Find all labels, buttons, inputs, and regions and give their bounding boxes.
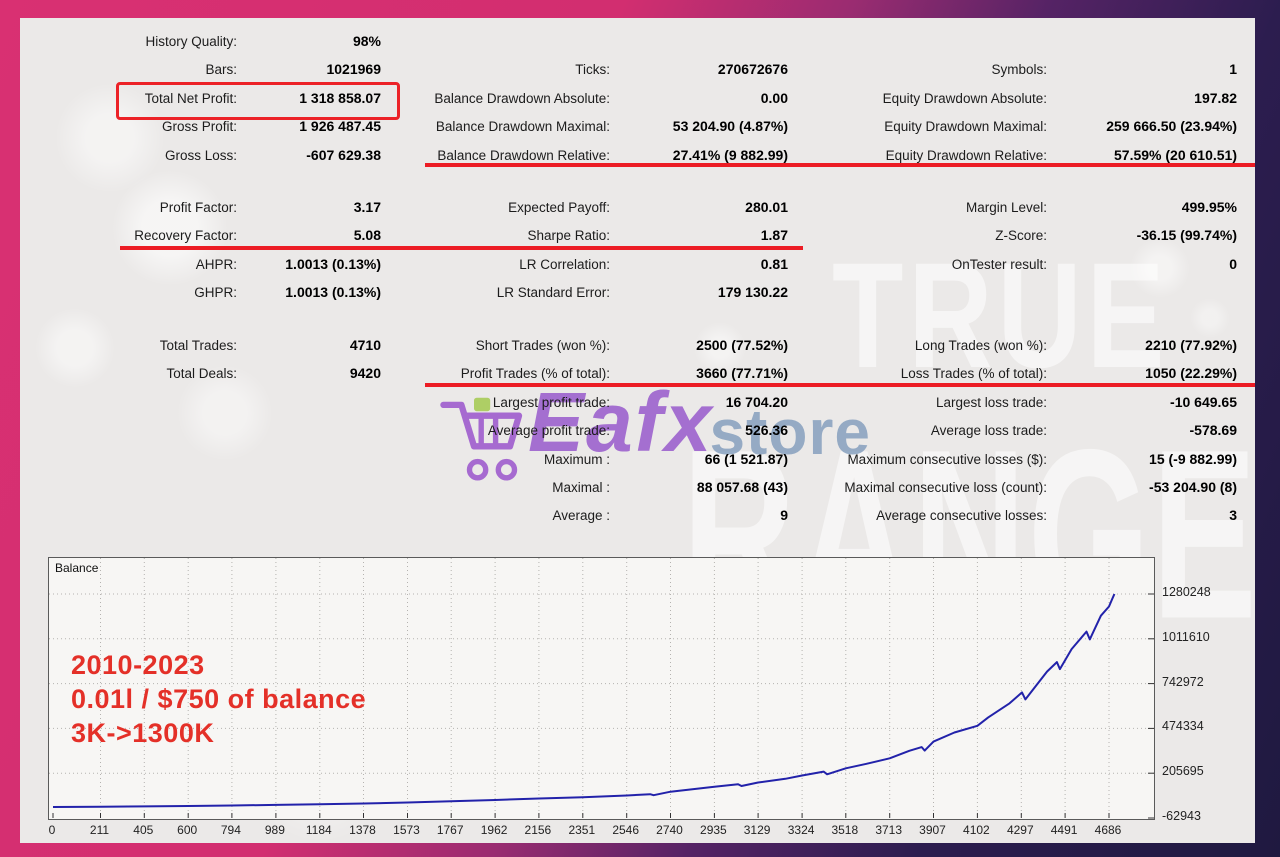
x-axis-tick-label: 1184 xyxy=(297,823,341,837)
stat-value: -36.15 (99.74%) xyxy=(1057,221,1237,250)
stat-label: GHPR: xyxy=(20,278,237,307)
stat-value: 15 (-9 882.99) xyxy=(1057,445,1237,474)
stat-label: Average profit trade: xyxy=(330,416,610,445)
stat-label: Short Trades (won %): xyxy=(330,331,610,360)
stat-label: Largest loss trade: xyxy=(760,388,1047,417)
highlight-box-total-net-profit xyxy=(116,82,400,120)
stat-label: Average consecutive losses: xyxy=(760,501,1047,530)
stat-value: -10 649.65 xyxy=(1057,388,1237,417)
stat-label: Maximal : xyxy=(330,473,610,502)
stat-label: Symbols: xyxy=(760,55,1047,84)
x-axis-tick-label: 2351 xyxy=(560,823,604,837)
stat-label: History Quality: xyxy=(20,27,237,56)
stat-label: Average loss trade: xyxy=(760,416,1047,445)
report-card: TRUE RANGE Eafxstore History Quality:98%… xyxy=(20,18,1255,843)
stat-label: Z-Score: xyxy=(760,221,1047,250)
x-axis-tick-label: 2546 xyxy=(604,823,648,837)
stat-label: Margin Level: xyxy=(760,193,1047,222)
balance-chart: Balance 2010-2023 0.01l / $750 of balanc… xyxy=(48,557,1253,843)
stat-label: Gross Loss: xyxy=(20,141,237,170)
stat-value: 499.95% xyxy=(1057,193,1237,222)
x-axis-tick-label: 2935 xyxy=(691,823,735,837)
stat-label: Maximum : xyxy=(330,445,610,474)
x-axis-tick-label: 1573 xyxy=(385,823,429,837)
x-axis-tick-label: 4686 xyxy=(1086,823,1130,837)
stat-label: Total Trades: xyxy=(20,331,237,360)
stat-value: 2210 (77.92%) xyxy=(1057,331,1237,360)
stat-value: 197.82 xyxy=(1057,84,1237,113)
stat-label: Equity Drawdown Absolute: xyxy=(760,84,1047,113)
stat-label: Largest profit trade: xyxy=(330,388,610,417)
underline-sharpe-ratio-row xyxy=(120,246,803,250)
stat-value: 179 130.22 xyxy=(620,278,788,307)
stat-label: Average : xyxy=(330,501,610,530)
stat-label: AHPR: xyxy=(20,250,237,279)
x-axis-tick-label: 2156 xyxy=(516,823,560,837)
x-axis-tick-label: 3518 xyxy=(823,823,867,837)
y-axis-tick-label: -62943 xyxy=(1162,809,1236,823)
chart-annotation-line: 3K->1300K xyxy=(71,716,366,750)
underline-drawdown-relative-row xyxy=(425,163,1255,167)
chart-annotation-line: 0.01l / $750 of balance xyxy=(71,682,366,716)
x-axis-tick-label: 1767 xyxy=(428,823,472,837)
stat-label: Profit Factor: xyxy=(20,193,237,222)
y-axis-tick-label: 742972 xyxy=(1162,675,1236,689)
x-axis-tick-label: 3129 xyxy=(735,823,779,837)
x-axis-tick-label: 3324 xyxy=(779,823,823,837)
y-axis-tick-label: 1280248 xyxy=(1162,585,1236,599)
stat-value: -53 204.90 (8) xyxy=(1057,473,1237,502)
stat-label: LR Standard Error: xyxy=(330,278,610,307)
x-axis-tick-label: 1378 xyxy=(341,823,385,837)
x-axis-tick-label: 405 xyxy=(121,823,165,837)
x-axis-tick-label: 1962 xyxy=(472,823,516,837)
stat-label: Maximum consecutive losses ($): xyxy=(760,445,1047,474)
stat-label: Long Trades (won %): xyxy=(760,331,1047,360)
stat-label: Ticks: xyxy=(330,55,610,84)
stat-label: Bars: xyxy=(20,55,237,84)
x-axis-tick-label: 989 xyxy=(253,823,297,837)
x-axis-tick-label: 600 xyxy=(165,823,209,837)
stat-label: Maximal consecutive loss (count): xyxy=(760,473,1047,502)
stat-value: 3 xyxy=(1057,501,1237,530)
x-axis-tick-label: 4491 xyxy=(1042,823,1086,837)
stat-value: 0 xyxy=(1057,250,1237,279)
y-axis-tick-label: 205695 xyxy=(1162,764,1236,778)
stat-value: -578.69 xyxy=(1057,416,1237,445)
x-axis-tick-label: 794 xyxy=(209,823,253,837)
stat-label: OnTester result: xyxy=(760,250,1047,279)
x-axis-tick-label: 211 xyxy=(78,823,122,837)
stat-value: 259 666.50 (23.94%) xyxy=(1057,112,1237,141)
stat-label: LR Correlation: xyxy=(330,250,610,279)
stat-value: 1 xyxy=(1057,55,1237,84)
x-axis-tick-label: 4297 xyxy=(998,823,1042,837)
y-axis-tick-label: 1011610 xyxy=(1162,630,1236,644)
x-axis-tick-label: 0 xyxy=(30,823,74,837)
stat-label: Equity Drawdown Maximal: xyxy=(760,112,1047,141)
stat-value: 98% xyxy=(247,27,381,56)
stat-label: Expected Payoff: xyxy=(330,193,610,222)
x-axis-tick-label: 2740 xyxy=(648,823,692,837)
x-axis-tick-label: 3907 xyxy=(911,823,955,837)
chart-annotation: 2010-2023 0.01l / $750 of balance 3K->13… xyxy=(71,648,366,750)
underline-profit-loss-trades-row xyxy=(425,383,1255,387)
chart-annotation-line: 2010-2023 xyxy=(71,648,366,682)
stat-label: Total Deals: xyxy=(20,359,237,388)
x-axis-tick-label: 3713 xyxy=(867,823,911,837)
x-axis-tick-label: 4102 xyxy=(954,823,998,837)
y-axis-tick-label: 474334 xyxy=(1162,719,1236,733)
chart-title: Balance xyxy=(55,561,98,575)
chart-plot: Balance 2010-2023 0.01l / $750 of balanc… xyxy=(48,557,1155,820)
